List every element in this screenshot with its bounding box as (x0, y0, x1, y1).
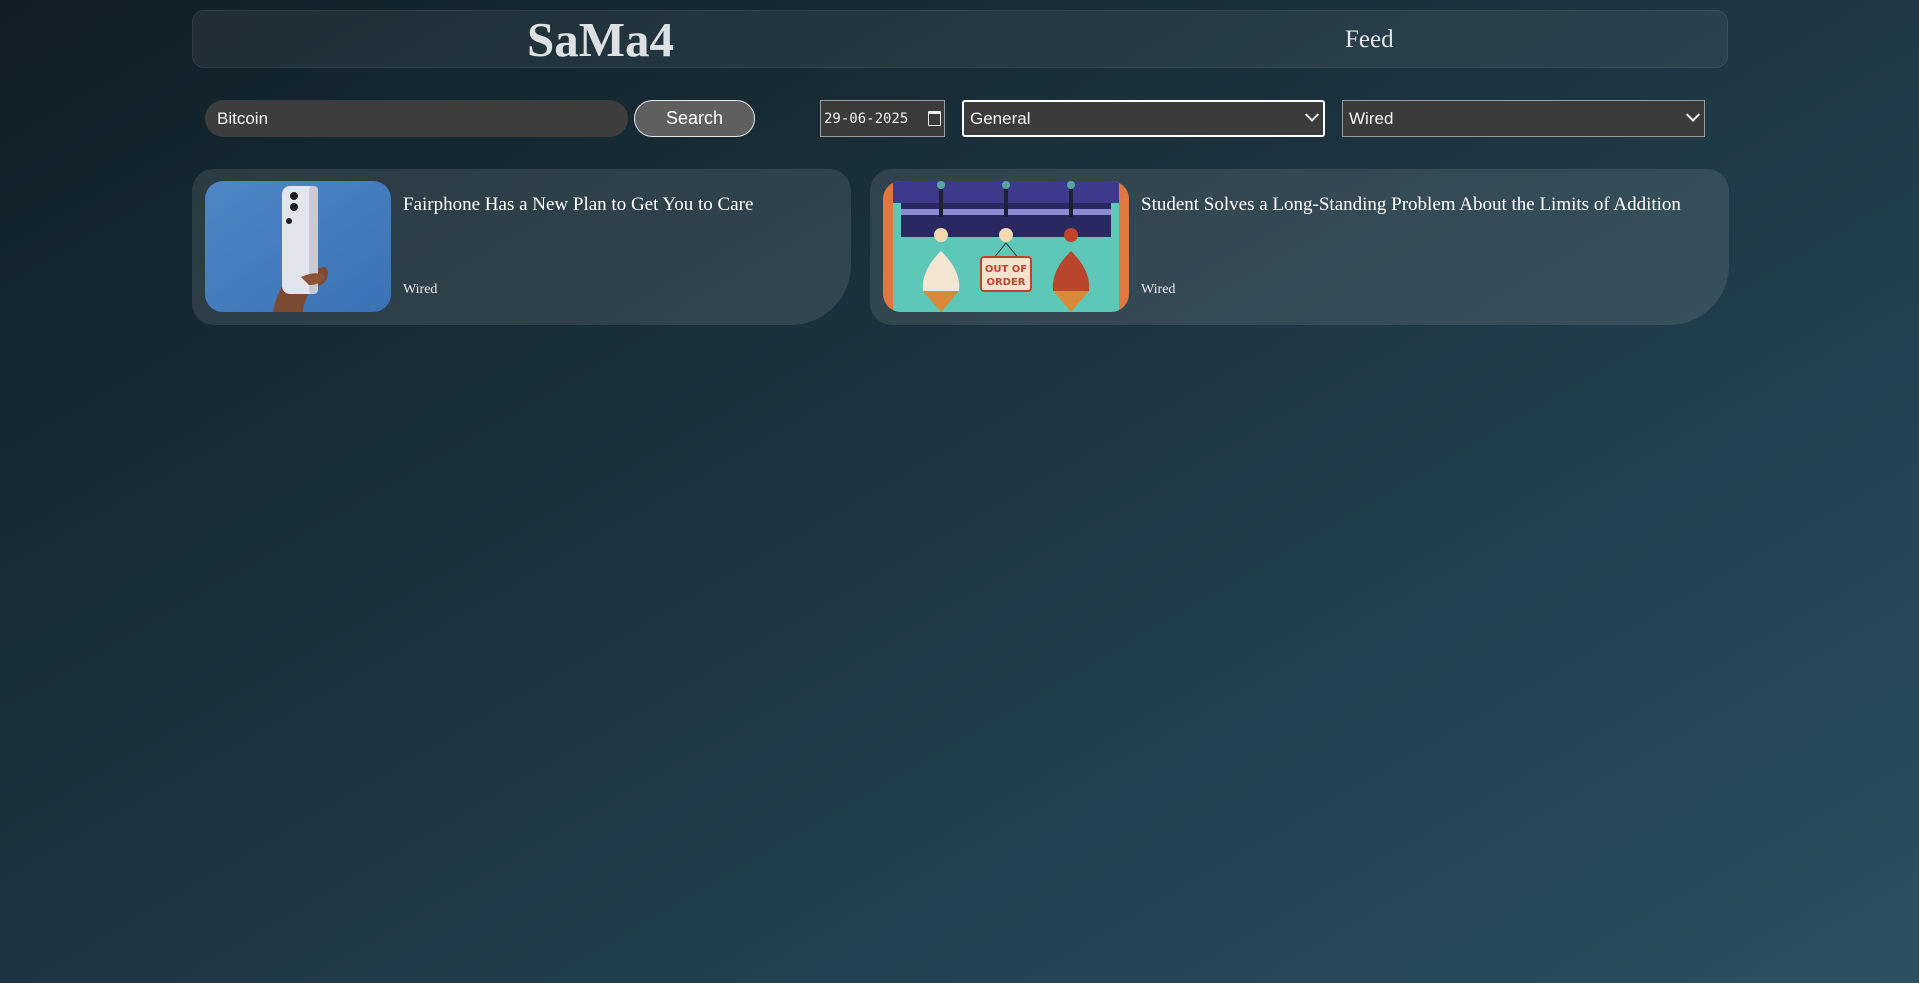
site-header: SaMa4 Feed (192, 10, 1728, 68)
article-card[interactable]: OUT OF ORDER Student Solves a Long-Stand… (870, 169, 1729, 325)
category-selected-value: General (970, 108, 1031, 128)
date-value: 29-06-2025 (824, 110, 909, 127)
chevron-down-icon (1685, 107, 1701, 122)
article-source: Wired (1141, 282, 1176, 297)
search-input[interactable] (205, 100, 628, 137)
search-button[interactable]: Search (634, 100, 755, 137)
article-title[interactable]: Student Solves a Long-Standing Problem A… (1141, 193, 1681, 217)
svg-text:OUT OF: OUT OF (985, 264, 1027, 275)
site-logo[interactable]: SaMa4 (527, 15, 674, 65)
source-select[interactable]: Wired (1342, 100, 1705, 137)
svg-text:ORDER: ORDER (986, 277, 1025, 288)
phone-in-hand-image (205, 181, 391, 312)
source-selected-value: Wired (1349, 108, 1394, 128)
date-picker[interactable]: 29-06-2025 (820, 100, 945, 137)
article-thumbnail[interactable] (205, 181, 391, 312)
category-select[interactable]: General (962, 100, 1325, 137)
ice-cream-machine-image: OUT OF ORDER (883, 181, 1129, 312)
article-source: Wired (403, 282, 438, 297)
calendar-icon[interactable] (928, 111, 941, 126)
nav-feed-link[interactable]: Feed (1345, 25, 1394, 55)
article-card[interactable]: Fairphone Has a New Plan to Get You to C… (192, 169, 851, 325)
article-thumbnail[interactable]: OUT OF ORDER (883, 181, 1129, 312)
article-title[interactable]: Fairphone Has a New Plan to Get You to C… (403, 193, 753, 217)
chevron-down-icon (1304, 107, 1320, 122)
